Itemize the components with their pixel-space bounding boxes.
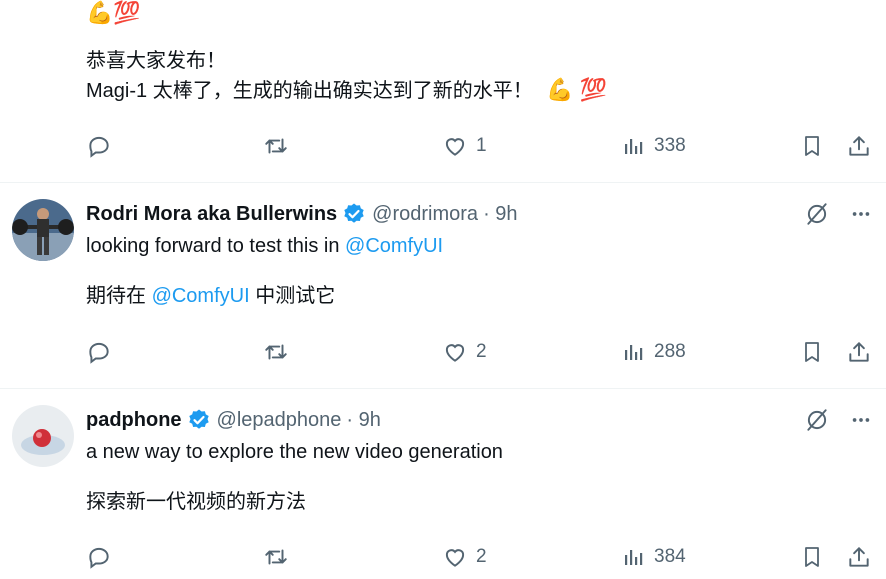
- share-icon: [849, 547, 869, 567]
- timestamp[interactable]: · 9h: [346, 409, 380, 432]
- reply-icon: [89, 547, 109, 569]
- views-button[interactable]: 288: [622, 334, 686, 370]
- views-icon: [625, 345, 643, 360]
- post-1-text: Magi-1 太棒了，生成的输出确实达到了新的水平！: [86, 80, 533, 102]
- bookmark-button[interactable]: [800, 128, 824, 164]
- retweet-button[interactable]: [262, 334, 290, 370]
- views-icon: [625, 550, 643, 565]
- display-name[interactable]: padphone: [86, 409, 182, 432]
- retweet-button[interactable]: [262, 539, 290, 575]
- post-1-emoji: 💪 💯: [546, 77, 608, 102]
- views-button[interactable]: 338: [622, 128, 686, 164]
- post-3: padphone @lepadphone · 9h a new way to e…: [0, 389, 886, 579]
- post-1-line-1: 恭喜大家发布！: [86, 50, 226, 72]
- more-icon[interactable]: [850, 409, 872, 431]
- post-1: 💪💯 恭喜大家发布！ Magi-1 太棒了，生成的输出确实达到了新的水平！ 💪 …: [0, 0, 886, 182]
- like-count: 1: [476, 135, 487, 156]
- bookmark-icon: [805, 547, 819, 567]
- reply-button[interactable]: [86, 128, 112, 164]
- avatar[interactable]: [12, 405, 74, 467]
- post-2-text-body: looking forward to test this in: [86, 235, 346, 257]
- bookmark-icon: [805, 136, 819, 156]
- grok-icon[interactable]: [804, 201, 830, 227]
- bookmark-button[interactable]: [800, 334, 824, 370]
- retweet-icon: [265, 549, 287, 565]
- like-count: 2: [476, 341, 487, 362]
- handle[interactable]: @lepadphone: [217, 409, 342, 432]
- views-count: 288: [654, 341, 686, 362]
- reply-icon: [89, 136, 109, 158]
- like-icon: [445, 549, 465, 567]
- post-2: Rodri Mora aka Bullerwins @rodrimora · 9…: [0, 183, 886, 393]
- grok-icon[interactable]: [804, 407, 830, 433]
- like-button[interactable]: 1: [442, 128, 487, 164]
- action-bar: 2 384: [0, 539, 886, 575]
- post-1-line-2: Magi-1 太棒了，生成的输出确实达到了新的水平！ 💪 💯: [86, 74, 607, 103]
- action-bar: 2 288: [0, 334, 886, 370]
- reply-button[interactable]: [86, 334, 112, 370]
- post-header: Rodri Mora aka Bullerwins @rodrimora · 9…: [86, 199, 518, 229]
- views-icon: [625, 139, 643, 154]
- timestamp[interactable]: · 9h: [483, 203, 517, 226]
- views-button[interactable]: 384: [622, 539, 686, 575]
- post-3-text: a new way to explore the new video gener…: [86, 441, 503, 463]
- retweet-button[interactable]: [262, 128, 290, 164]
- mention-link[interactable]: @ComfyUI: [152, 285, 250, 307]
- like-button[interactable]: 2: [442, 334, 487, 370]
- share-button[interactable]: [846, 128, 872, 164]
- reply-button[interactable]: [86, 539, 112, 575]
- post-top-actions: [804, 405, 872, 435]
- share-icon: [849, 136, 869, 156]
- bookmark-icon: [805, 342, 819, 362]
- share-button[interactable]: [846, 539, 872, 575]
- views-count: 338: [654, 135, 686, 156]
- like-icon: [445, 138, 465, 156]
- top-emoji: 💪💯: [86, 0, 141, 25]
- reply-icon: [89, 342, 109, 364]
- bookmark-button[interactable]: [800, 539, 824, 575]
- views-count: 384: [654, 546, 686, 567]
- verified-icon: [344, 203, 364, 223]
- like-icon: [445, 344, 465, 362]
- avatar[interactable]: [12, 199, 74, 261]
- post-3-translation: 探索新一代视频的新方法: [86, 491, 306, 513]
- handle[interactable]: @rodrimora: [372, 203, 478, 226]
- like-button[interactable]: 2: [442, 539, 487, 575]
- mention-link[interactable]: @ComfyUI: [345, 235, 443, 257]
- more-icon[interactable]: [850, 203, 872, 225]
- verified-icon: [188, 409, 209, 429]
- post-2-cn-suffix: 中测试它: [249, 285, 336, 307]
- like-count: 2: [476, 546, 487, 567]
- post-top-actions: [804, 199, 872, 229]
- retweet-icon: [265, 138, 287, 154]
- post-header: padphone @lepadphone · 9h: [86, 405, 381, 435]
- action-bar: 1 338: [0, 128, 886, 164]
- post-2-translation: 期待在 @ComfyUI 中测试它: [86, 279, 335, 308]
- display-name[interactable]: Rodri Mora aka Bullerwins: [86, 203, 337, 226]
- share-icon: [849, 342, 869, 362]
- retweet-icon: [265, 344, 287, 360]
- post-2-text: looking forward to test this in @ComfyUI: [86, 235, 443, 258]
- share-button[interactable]: [846, 334, 872, 370]
- post-2-cn-prefix: 期待在: [86, 285, 152, 307]
